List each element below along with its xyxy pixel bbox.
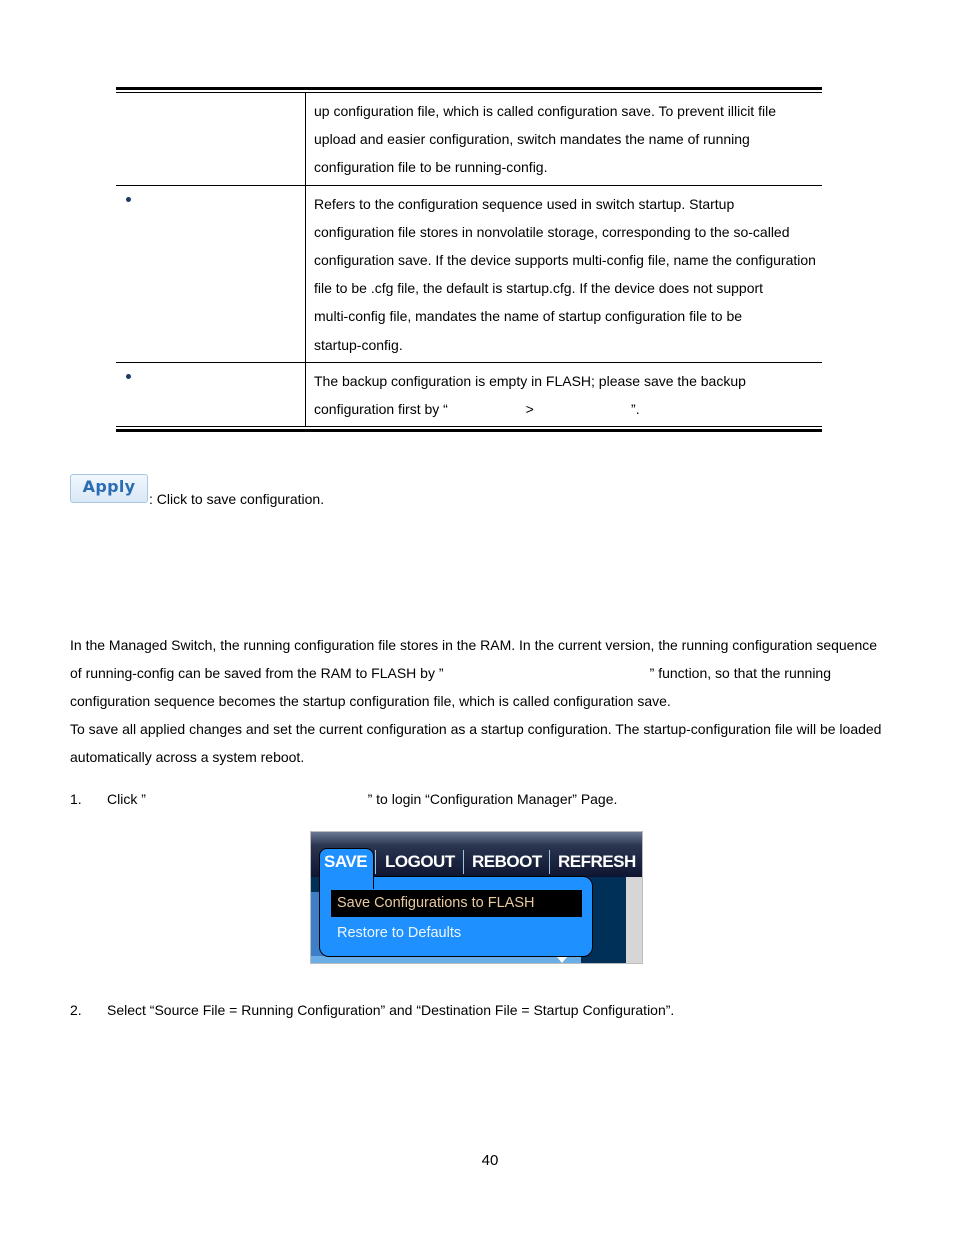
table-row: The backup configuration is empty in FLA… bbox=[116, 361, 822, 427]
desc-line: up configuration file, which is called c… bbox=[314, 103, 776, 119]
para-line: of running-config can be saved from the … bbox=[70, 665, 831, 681]
bullet-icon bbox=[126, 373, 131, 379]
definition-table: up configuration file, which is called c… bbox=[116, 87, 822, 433]
nav-refresh[interactable]: REFRESH bbox=[558, 852, 636, 872]
para-line: configuration sequence becomes the start… bbox=[70, 693, 671, 709]
table-desc-cell: Refers to the configuration sequence use… bbox=[306, 186, 822, 362]
nav-separator bbox=[549, 850, 550, 874]
table-row: Refers to the configuration sequence use… bbox=[116, 184, 822, 362]
intro-paragraph: In the Managed Switch, the running confi… bbox=[70, 631, 900, 771]
step-2: 2. Select “Source File = Running Configur… bbox=[70, 996, 674, 1024]
table-top-rule bbox=[116, 87, 822, 90]
table-label-cell bbox=[116, 185, 306, 362]
para-line: In the Managed Switch, the running confi… bbox=[70, 637, 878, 653]
desc-line: Refers to the configuration sequence use… bbox=[314, 195, 735, 212]
save-menu-screenshot: SAVE LOGOUT REBOOT REFRESH Save Configur… bbox=[310, 831, 643, 964]
menu-item-save-to-flash[interactable]: Save Configurations to FLASH bbox=[331, 890, 582, 917]
step-1: 1. Click ” ” to login “Configuration Mana… bbox=[70, 785, 617, 813]
table-bottom-rule-thin bbox=[116, 426, 822, 428]
nav-separator bbox=[375, 850, 376, 874]
table-label-cell bbox=[116, 93, 306, 185]
caret-down-icon bbox=[557, 957, 567, 963]
desc-line: The backup configuration is empty in FLA… bbox=[314, 372, 746, 389]
desc-line: startup-config. bbox=[314, 336, 403, 353]
desc-line: file to be .cfg file, the default is sta… bbox=[314, 280, 764, 297]
desc-line: multi-config file, mandates the name of … bbox=[314, 308, 743, 325]
background-strip bbox=[311, 956, 581, 963]
step-text: Select “Source File = Running Configurat… bbox=[107, 1002, 675, 1018]
nav-save-label[interactable]: SAVE bbox=[324, 852, 368, 872]
desc-line: configuration first by “ > ”. bbox=[314, 401, 640, 418]
apply-description: : Click to save configuration. bbox=[149, 491, 325, 507]
table-label-cell bbox=[116, 362, 306, 427]
table-desc-cell: The backup configuration is empty in FLA… bbox=[306, 363, 822, 426]
table-bottom-rule bbox=[116, 429, 822, 433]
step-number: 1. bbox=[70, 791, 82, 807]
para-line: To save all applied changes and set the … bbox=[70, 721, 882, 737]
menu-item-restore-defaults[interactable]: Restore to Defaults bbox=[337, 922, 461, 944]
desc-line: upload and easier configuration, switch … bbox=[314, 131, 750, 148]
nav-separator bbox=[463, 850, 464, 874]
page-number: 40 bbox=[481, 1152, 499, 1169]
table-row: up configuration file, which is called c… bbox=[116, 93, 822, 185]
table-desc-cell: up configuration file, which is called c… bbox=[306, 93, 822, 185]
nav-logout[interactable]: LOGOUT bbox=[385, 852, 455, 872]
desc-line: configuration file to be running-config. bbox=[314, 159, 548, 176]
bullet-icon bbox=[126, 196, 131, 202]
apply-button[interactable]: Apply bbox=[70, 474, 148, 503]
para-line: automatically across a system reboot. bbox=[70, 749, 305, 765]
desc-line: configuration save. If the device suppor… bbox=[314, 252, 816, 269]
desc-line: configuration file stores in nonvolatile… bbox=[314, 223, 790, 240]
step-number: 2. bbox=[70, 1002, 82, 1018]
step-text: Click ” ” to login “Configuration Manage… bbox=[107, 791, 618, 807]
nav-reboot[interactable]: REBOOT bbox=[472, 852, 542, 872]
